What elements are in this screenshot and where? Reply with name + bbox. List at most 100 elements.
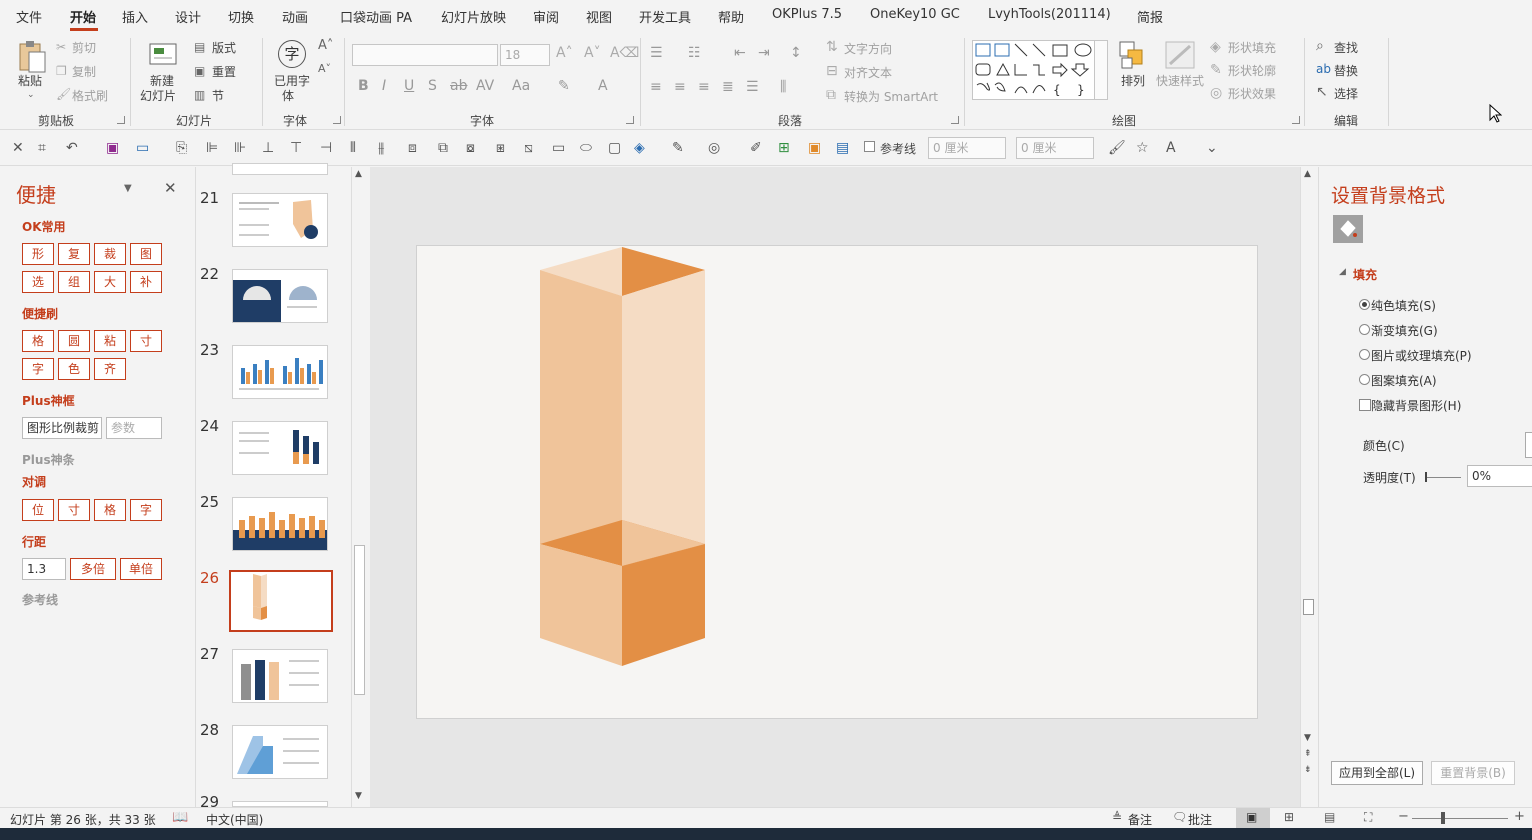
tool-position[interactable]: 位 — [22, 499, 54, 521]
section-button[interactable]: 节 — [212, 87, 224, 104]
same-size-icon[interactable]: ⧈ — [408, 141, 417, 155]
font-size-input[interactable]: 18 — [500, 44, 550, 66]
slide-thumbnail-26[interactable] — [229, 570, 333, 632]
drawing-launcher-icon[interactable] — [1292, 116, 1300, 124]
shape-fill-button[interactable]: 形状填充 — [1228, 39, 1276, 56]
export-icon[interactable]: ⎘ — [176, 141, 187, 155]
tool-copy[interactable]: 复 — [58, 243, 90, 265]
paste-icon[interactable] — [17, 40, 47, 74]
align-top-tool-icon[interactable]: ⊤ — [290, 141, 302, 155]
reset-button[interactable]: 重置 — [212, 63, 236, 80]
spellcheck-icon[interactable]: 📖 — [172, 810, 188, 825]
shadow-icon[interactable]: S — [428, 79, 437, 93]
crop-ratio-field[interactable]: 图形比例裁剪 — [22, 417, 102, 439]
reading-view-icon[interactable]: ▤ — [1324, 810, 1335, 824]
replace-button[interactable]: 替换 — [1334, 62, 1358, 79]
textbox-icon[interactable]: ▭ — [136, 141, 149, 155]
replace-icon[interactable]: ab — [1316, 62, 1331, 76]
width-input[interactable]: 0 厘米 — [928, 137, 1006, 159]
align-text-button[interactable]: 对齐文本 — [844, 64, 892, 81]
numbering-icon[interactable]: ☷ — [688, 46, 701, 60]
align-bottom-tool-icon[interactable]: ⊥ — [262, 141, 274, 155]
shapes-scroll[interactable] — [1094, 40, 1108, 100]
font-launcher-icon[interactable] — [626, 116, 634, 124]
crop-icon[interactable]: ⌗ — [38, 141, 46, 155]
decrease-font-icon[interactable]: A˅ — [584, 46, 601, 60]
line-spacing-input[interactable]: 1.3 — [22, 558, 66, 580]
fill-tab-icon[interactable] — [1333, 215, 1363, 243]
arrange-button[interactable]: 排列 — [1121, 72, 1145, 89]
tool-round[interactable]: 圆 — [58, 330, 90, 352]
tab-okplus[interactable]: OKPlus 7.5 — [772, 7, 842, 22]
group-icon[interactable]: ⧉ — [438, 141, 448, 155]
language-status[interactable]: 中文(中国) — [206, 811, 263, 828]
shape-outline-button[interactable]: 形状轮廓 — [1228, 62, 1276, 79]
notes-icon[interactable]: ≜ — [1112, 810, 1122, 824]
find-button[interactable]: 查找 — [1334, 39, 1358, 56]
tab-file[interactable]: 文件 — [16, 7, 42, 26]
tool-swap-text[interactable]: 字 — [130, 499, 162, 521]
effects-tool-icon[interactable]: ◎ — [708, 141, 720, 155]
gradient-fill-radio[interactable] — [1359, 324, 1370, 335]
solid-fill-radio[interactable] — [1359, 299, 1370, 310]
bold-icon[interactable]: B — [358, 79, 369, 93]
reset-bg-button[interactable]: 重置背景(B) — [1431, 761, 1515, 785]
send-backward-icon[interactable]: ⧅ — [524, 141, 533, 155]
new-slide-icon[interactable] — [148, 40, 178, 68]
transparency-slider-thumb[interactable] — [1425, 472, 1427, 482]
picture-fill-label[interactable]: 图片或纹理填充(P) — [1371, 347, 1472, 364]
shape-outline-icon[interactable]: ✎ — [1210, 63, 1222, 77]
current-slide[interactable] — [416, 245, 1258, 719]
slideshow-icon[interactable]: ⛶ — [1364, 810, 1372, 825]
next-slide-icon[interactable]: ⇟ — [1304, 765, 1312, 775]
box-graphic[interactable] — [417, 246, 1259, 720]
tab-onekey[interactable]: OneKey10 GC — [870, 7, 960, 22]
tool-swap-format[interactable]: 格 — [94, 499, 126, 521]
apply-all-button[interactable]: 应用到全部(L) — [1331, 761, 1423, 785]
more-commands-icon[interactable]: ⌄ — [1206, 141, 1218, 155]
used-font-icon[interactable]: 字 — [278, 40, 306, 68]
tab-view[interactable]: 视图 — [586, 7, 612, 26]
justify-icon[interactable]: ≣ — [722, 80, 734, 94]
tool-paste[interactable]: 粘 — [94, 330, 126, 352]
text-direction-button[interactable]: 文字方向 — [844, 40, 892, 57]
bullets-icon[interactable]: ☰ — [650, 46, 663, 60]
tool-color[interactable]: 色 — [58, 358, 90, 380]
increase-indent-icon[interactable]: ⇥ — [758, 46, 770, 60]
tab-help[interactable]: 帮助 — [718, 7, 744, 26]
comments-button[interactable]: 批注 — [1188, 811, 1212, 828]
used-font-launcher-icon[interactable] — [333, 116, 341, 124]
tab-animations[interactable]: 动画 — [282, 7, 308, 26]
tool-fill[interactable]: 补 — [130, 271, 162, 293]
fill-section-header[interactable]: 填充 — [1353, 266, 1377, 283]
tab-slideshow[interactable]: 幻灯片放映 — [441, 7, 506, 26]
strikethrough-icon[interactable]: ab — [450, 79, 467, 93]
pattern-fill-radio[interactable] — [1359, 374, 1370, 385]
paragraph-launcher-icon[interactable] — [951, 116, 959, 124]
char-spacing-icon[interactable]: AV — [476, 79, 494, 93]
comments-icon[interactable]: 🗨 — [1172, 810, 1187, 824]
guide-tool-icon[interactable]: ⊞ — [778, 141, 790, 155]
slide-thumbnail-23[interactable] — [232, 345, 328, 399]
tab-brief[interactable]: 简报 — [1137, 7, 1163, 26]
rectangle-icon[interactable]: ▭ — [552, 141, 565, 155]
distribute-icon[interactable]: ☰ — [746, 80, 759, 94]
guides-checkbox[interactable] — [864, 141, 875, 152]
smartart-icon[interactable]: ⧉ — [826, 88, 836, 102]
shape-effects-icon[interactable]: ◎ — [1210, 86, 1222, 100]
align-left-tool-icon[interactable]: ⊫ — [206, 141, 218, 155]
thumbnail-scrollbar[interactable]: ▲ ▼ — [351, 167, 367, 807]
tool-dimension[interactable]: 寸 — [130, 330, 162, 352]
align-right-icon[interactable]: ≡ — [698, 80, 710, 94]
cut-icon[interactable]: ✂ — [56, 40, 66, 54]
canvas-scroll-thumb[interactable] — [1303, 599, 1314, 615]
pick-tool-icon[interactable]: ▣ — [808, 141, 821, 155]
bring-forward-icon[interactable]: ⧆ — [496, 141, 505, 155]
text-color-icon[interactable]: A — [1166, 141, 1176, 155]
tool-char[interactable]: 字 — [22, 358, 54, 380]
columns-icon[interactable]: ⫼ — [780, 80, 786, 94]
hide-bg-label[interactable]: 隐藏背景图形(H) — [1371, 397, 1461, 414]
zoom-in-button[interactable]: + — [1514, 809, 1525, 824]
font-color-icon[interactable]: A — [598, 79, 608, 93]
shapes-gallery[interactable]: {} — [972, 40, 1108, 100]
